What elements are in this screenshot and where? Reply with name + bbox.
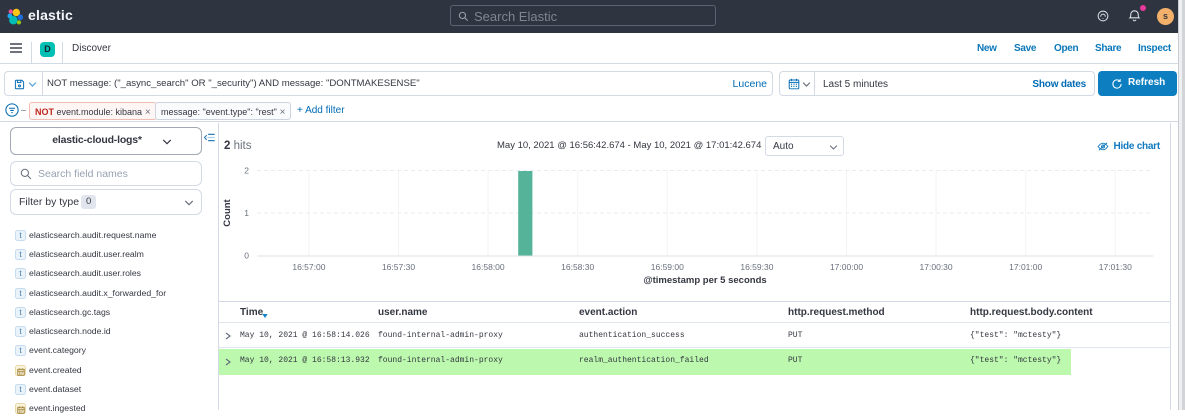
svg-text:16:57:00: 16:57:00 (292, 262, 325, 272)
svg-text:17:01:00: 17:01:00 (1009, 262, 1042, 272)
svg-text:17:00:30: 17:00:30 (920, 262, 953, 272)
svg-text:16:59:00: 16:59:00 (651, 262, 684, 272)
svg-text:16:58:30: 16:58:30 (561, 262, 594, 272)
svg-text:@timestamp per 5 seconds: @timestamp per 5 seconds (643, 275, 766, 286)
svg-text:17:01:30: 17:01:30 (1099, 262, 1132, 272)
svg-text:16:58:00: 16:58:00 (472, 262, 505, 272)
svg-text:16:57:30: 16:57:30 (382, 262, 415, 272)
svg-text:16:59:30: 16:59:30 (740, 262, 773, 272)
svg-text:Count: Count (222, 198, 233, 226)
svg-text:2: 2 (244, 166, 249, 176)
svg-text:0: 0 (244, 251, 249, 261)
svg-text:17:00:00: 17:00:00 (830, 262, 863, 272)
svg-text:1: 1 (244, 208, 249, 218)
